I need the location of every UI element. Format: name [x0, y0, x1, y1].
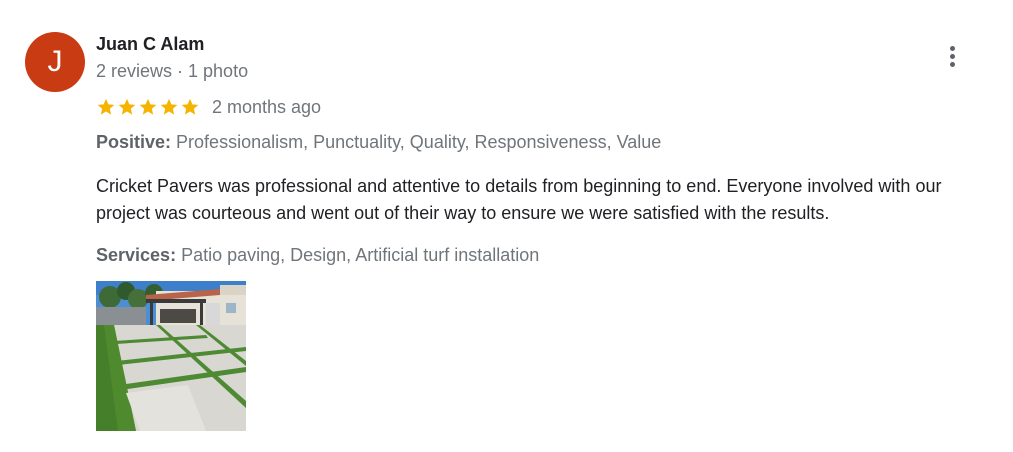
more-vert-icon-dot — [949, 53, 955, 59]
reviewer-name[interactable]: Juan C Alam — [96, 34, 204, 54]
services-value: Patio paving, Design, Artificial turf in… — [181, 245, 540, 265]
more-vert-icon — [949, 45, 955, 51]
review-photo[interactable] — [96, 281, 246, 431]
more-vert-icon-dot — [949, 61, 955, 67]
more-options-button[interactable] — [936, 40, 968, 72]
positive-label: Positive: — [96, 132, 172, 152]
reviewer-meta: 2 reviews · 1 photo — [96, 61, 249, 81]
services: Services: Patio paving, Design, Artifici… — [96, 244, 539, 266]
positive-value: Professionalism, Punctuality, Quality, R… — [176, 132, 662, 152]
star-icon — [181, 98, 199, 115]
star-icon — [118, 98, 136, 115]
star-rating — [96, 97, 200, 117]
review-card: J Juan C Alam 2 reviews · 1 photo 2 mont… — [0, 0, 1013, 452]
star-icon — [97, 98, 115, 115]
positive-attributes: Positive: Professionalism, Punctuality, … — [96, 131, 661, 153]
avatar[interactable]: J — [25, 32, 85, 92]
review-date: 2 months ago — [212, 97, 322, 117]
review-text: Cricket Pavers was professional and atte… — [96, 176, 942, 223]
rating-row: 2 months ago — [96, 96, 321, 118]
star-icon — [160, 98, 178, 115]
star-icon — [139, 98, 157, 115]
services-label: Services: — [96, 245, 177, 265]
